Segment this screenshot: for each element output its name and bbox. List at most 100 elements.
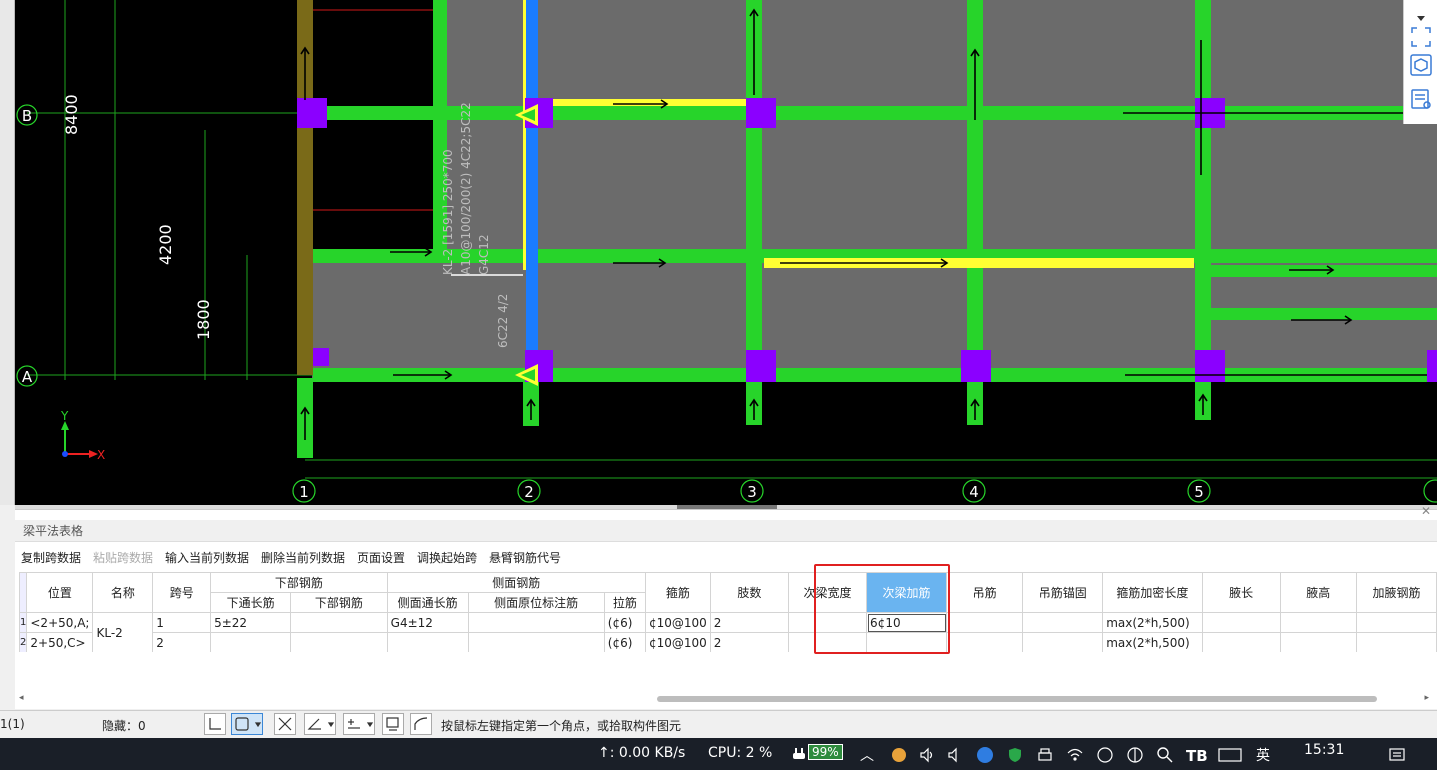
cross-select-icon[interactable]: [274, 713, 296, 735]
app-tray-icon[interactable]: [1126, 746, 1144, 764]
cantilever-code-button[interactable]: 悬臂钢筋代号: [489, 549, 561, 566]
dropdown-icon[interactable]: [1410, 2, 1432, 24]
scroll-left-icon[interactable]: ◂: [19, 693, 24, 703]
swap-start-span-button[interactable]: 调换起始跨: [417, 549, 477, 566]
table-toolbar: 复制跨数据 粘贴跨数据 输入当前列数据 删除当前列数据 页面设置 调换起始跨 悬…: [15, 546, 1437, 568]
header-haunch-bars: 加腋钢筋: [1355, 572, 1437, 613]
cell-position[interactable]: <2+50,A;: [26, 612, 94, 633]
cell-bottom-bars[interactable]: [290, 632, 388, 652]
shield-icon[interactable]: [1006, 746, 1024, 764]
beam-annotation-line-1: KL-2 [1591] 250*700: [441, 149, 455, 275]
cell-haunch-length[interactable]: [1201, 632, 1281, 652]
header-bottom-bars: 下部钢筋: [290, 592, 388, 613]
cad-drawing: B A 1 2 3 4 5 8400 4200 1800 KL-2 [1591]…: [15, 0, 1437, 503]
cell-hanger-anchor[interactable]: [1022, 632, 1104, 652]
header-side-through: 侧面通长筋: [386, 592, 469, 613]
horizontal-scrollbar[interactable]: ◂ ▸: [19, 693, 1429, 705]
delete-column-data-button[interactable]: 删除当前列数据: [261, 549, 345, 566]
cell-legs[interactable]: 2: [709, 612, 789, 633]
grid-label-3: 3: [747, 483, 757, 501]
table-row[interactable]: 2 2+50,C> 2 (¢6) ¢10@100 2 max(2*h,500): [19, 632, 1437, 652]
app-l-icon[interactable]: [976, 746, 994, 764]
exterior-area: [15, 0, 297, 380]
cell-span[interactable]: 2: [152, 632, 212, 652]
cell-haunch-height[interactable]: [1279, 612, 1357, 633]
cad-drawing-canvas[interactable]: B A 1 2 3 4 5 8400 4200 1800 KL-2 [1591]…: [15, 0, 1437, 505]
properties-icon[interactable]: [1410, 88, 1432, 110]
clock[interactable]: 15:31: [1304, 742, 1344, 758]
cell-hanger-anchor[interactable]: [1022, 612, 1104, 633]
cell-stirrup[interactable]: ¢10@100: [644, 612, 711, 633]
cell-side-in-situ[interactable]: [467, 612, 605, 633]
side-annotation: 6C22 4/2: [496, 294, 510, 348]
speaker-icon[interactable]: [946, 746, 964, 764]
cell-hanger[interactable]: [945, 612, 1024, 633]
qq-icon[interactable]: [890, 746, 908, 764]
paste-span-data-button[interactable]: 粘贴跨数据: [93, 549, 153, 566]
fullscreen-icon[interactable]: [1410, 26, 1432, 48]
cell-tie[interactable]: (¢6): [603, 632, 646, 652]
grid-label-2: 2: [524, 483, 534, 501]
display-icon[interactable]: [382, 713, 404, 735]
cell-position[interactable]: 2+50,C>: [26, 632, 94, 652]
table-row[interactable]: 1 <2+50,A; KL-2 1 5±22 G4±12 (¢6) ¢10@10…: [19, 612, 1437, 652]
header-bottom-through: 下通长筋: [210, 592, 292, 613]
cell-side-through[interactable]: G4±12: [386, 612, 469, 633]
scroll-right-icon[interactable]: ▸: [1424, 693, 1429, 703]
keyboard-icon[interactable]: [1218, 746, 1242, 764]
windows-taskbar: ↑: 0.00 KB/s CPU: 2 % 99% ︿ TB 英 15:31: [0, 738, 1437, 770]
cell-side-in-situ[interactable]: [467, 632, 605, 652]
wifi-icon[interactable]: [1066, 746, 1084, 764]
grid-label-4: 4: [969, 483, 979, 501]
orthogonal-mode-icon[interactable]: [204, 713, 226, 735]
input-column-data-button[interactable]: 输入当前列数据: [165, 549, 249, 566]
cell-dense-length[interactable]: max(2*h,500): [1102, 612, 1203, 633]
tb-app-icon[interactable]: TB: [1186, 746, 1208, 765]
print-icon[interactable]: [1036, 746, 1054, 764]
selected-beam-kl2[interactable]: [526, 0, 538, 370]
grid-label-b: B: [22, 107, 32, 125]
header-name: 名称: [92, 572, 154, 613]
arc-snap-icon[interactable]: [410, 713, 432, 735]
header-legs: 肢数: [709, 572, 789, 613]
cell-haunch-length[interactable]: [1201, 612, 1281, 633]
cell-dense-length[interactable]: max(2*h,500): [1102, 632, 1203, 652]
volume-icon[interactable]: [918, 746, 936, 764]
header-span: 跨号: [152, 572, 212, 613]
notification-icon[interactable]: [1388, 746, 1406, 764]
ime-indicator[interactable]: 英: [1256, 745, 1270, 765]
copy-span-data-button[interactable]: 复制跨数据: [21, 549, 81, 566]
close-icon[interactable]: ✕: [1419, 504, 1433, 518]
cell-name[interactable]: KL-2: [92, 612, 154, 652]
header-stirrup: 箍筋: [644, 572, 711, 613]
row-number[interactable]: 1: [19, 612, 28, 633]
cell-haunch-bars[interactable]: [1355, 632, 1437, 652]
search-icon[interactable]: [1156, 746, 1174, 764]
cell-side-through[interactable]: [386, 632, 469, 652]
grid-label-1: 1: [299, 483, 309, 501]
cell-legs[interactable]: 2: [709, 632, 789, 652]
cell-stirrup[interactable]: ¢10@100: [644, 632, 711, 652]
page-setup-button[interactable]: 页面设置: [357, 549, 405, 566]
app-circle-icon[interactable]: [1096, 746, 1114, 764]
dim-1800: 1800: [194, 299, 213, 340]
cell-haunch-bars[interactable]: [1355, 612, 1437, 633]
axis-y-label: Y: [60, 409, 69, 423]
rectangle-select-icon[interactable]: [231, 713, 263, 735]
battery-indicator[interactable]: 99%: [808, 744, 843, 760]
angle-snap-icon[interactable]: [304, 713, 336, 735]
cell-span[interactable]: 1: [152, 612, 212, 633]
chevron-up-icon[interactable]: ︿: [860, 745, 874, 765]
cell-tie[interactable]: (¢6): [603, 612, 646, 633]
cell-bottom-through[interactable]: [210, 632, 292, 652]
row-number[interactable]: 2: [19, 632, 28, 652]
cell-hanger[interactable]: [945, 632, 1024, 652]
3d-view-icon[interactable]: [1410, 54, 1432, 76]
scrollbar-thumb[interactable]: [657, 696, 1377, 702]
cell-haunch-height[interactable]: [1279, 632, 1357, 652]
header-hanger-anchor: 吊筋锚固: [1022, 572, 1104, 613]
floor-indicator: 1(1): [0, 717, 25, 731]
offset-snap-icon[interactable]: [343, 713, 375, 735]
cell-bottom-through[interactable]: 5±22: [210, 612, 292, 633]
cell-bottom-bars[interactable]: [290, 612, 388, 633]
